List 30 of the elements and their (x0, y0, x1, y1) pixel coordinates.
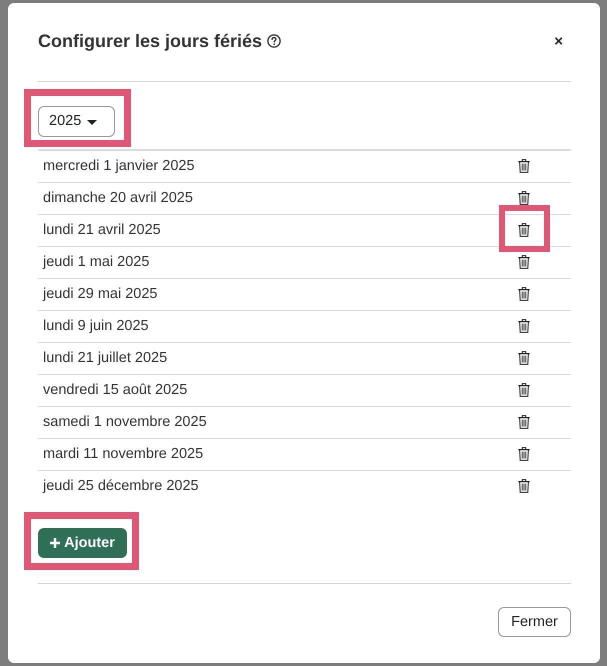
trash-icon[interactable] (518, 223, 530, 237)
holiday-date: jeudi 1 mai 2025 (43, 254, 150, 270)
trash-icon[interactable] (518, 415, 530, 429)
holiday-date: lundi 21 avril 2025 (43, 222, 162, 238)
trash-icon[interactable] (518, 479, 530, 493)
caret-icon (87, 120, 98, 125)
holiday-date: mardi 11 novembre 2025 (43, 446, 204, 462)
holiday-date: lundi 21 juillet 2025 (43, 350, 168, 366)
trash-icon[interactable] (518, 159, 530, 173)
help-icon[interactable] (267, 34, 282, 48)
holiday-date: lundi 9 juin 2025 (43, 318, 150, 334)
year-dropdown[interactable]: 2025 (38, 106, 115, 136)
holiday-date: vendredi 15 août 2025 (43, 382, 188, 398)
close-button[interactable]: × (546, 32, 571, 52)
trash-icon[interactable] (518, 319, 530, 333)
trash-icon[interactable] (518, 351, 530, 365)
trash-icon[interactable] (518, 191, 530, 205)
dialog-title: Configurer les jours fériés (38, 30, 262, 53)
close-dialog-button[interactable]: Fermer (498, 607, 571, 637)
trash-icon[interactable] (518, 383, 530, 397)
holiday-date: dimanche 20 avril 2025 (43, 190, 194, 206)
trash-icon[interactable] (518, 287, 530, 301)
trash-icon[interactable] (518, 255, 530, 269)
holiday-date: jeudi 25 décembre 2025 (43, 478, 200, 494)
holiday-date: mercredi 1 janvier 2025 (43, 158, 196, 174)
holiday-date: samedi 1 novembre 2025 (43, 414, 208, 430)
add-button[interactable]: Ajouter (38, 528, 127, 558)
plus-icon (50, 538, 60, 548)
holiday-date: jeudi 29 mai 2025 (43, 286, 158, 302)
trash-icon[interactable] (518, 447, 530, 461)
